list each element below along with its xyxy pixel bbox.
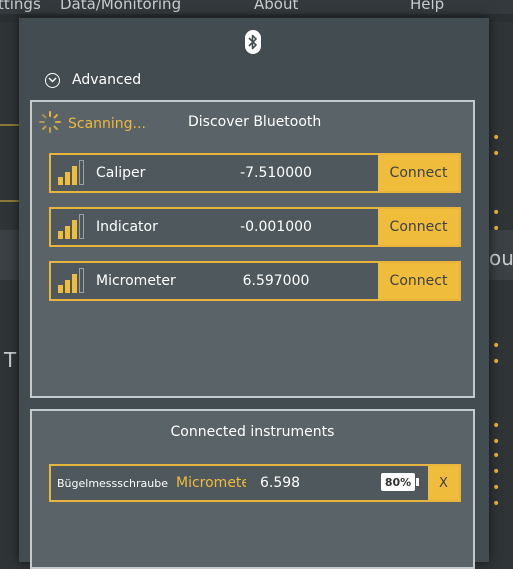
device-row: Caliper -7.510000 Connect — [49, 153, 461, 193]
bg-dots-1: • • — [492, 130, 503, 162]
signal-strength-icon — [57, 267, 87, 299]
connect-button[interactable]: Connect — [378, 263, 459, 299]
instrument-value: 6.598 — [260, 475, 301, 491]
spinner-icon — [38, 110, 62, 138]
instrument-type: Micrometer — [176, 475, 246, 491]
connect-button[interactable]: Connect — [378, 155, 459, 191]
device-row: Micrometer 6.597000 Connect — [49, 261, 461, 301]
discover-panel: Scanning... Discover Bluetooth Caliper -… — [30, 100, 475, 398]
device-value: -0.001000 — [240, 219, 312, 235]
device-name: Caliper — [96, 165, 146, 181]
bg-dots-2: • • — [492, 205, 503, 237]
menu-data-monitoring[interactable]: Data/Monitoring — [60, 0, 181, 13]
menu-about[interactable]: About — [254, 0, 298, 13]
bg-dots-6: • • — [492, 480, 503, 512]
bg-text-right: ous — [489, 246, 513, 270]
app-menubar: ttings Data/Monitoring About Help — [0, 0, 513, 14]
advanced-toggle[interactable]: Advanced — [45, 70, 141, 90]
bg-dots-5: • • — [492, 448, 503, 480]
battery-icon: 80% — [381, 473, 419, 491]
device-value: 6.597000 — [242, 273, 310, 289]
device-value: -7.510000 — [240, 165, 312, 181]
bg-dots-4: • • — [492, 418, 503, 450]
signal-strength-icon — [57, 159, 87, 191]
menu-settings[interactable]: ttings — [0, 0, 41, 13]
instrument-name: Bügelmessschraube — [57, 477, 169, 490]
bluetooth-dialog: Advanced Scanning... Discover Bluetooth … — [19, 18, 489, 569]
battery-level: 80% — [384, 475, 412, 489]
device-name: Indicator — [96, 219, 158, 235]
scanning-label: Scanning... — [68, 116, 146, 132]
connected-title: Connected instruments — [170, 424, 335, 440]
bg-line-left — [0, 124, 19, 126]
scanning-status: Scanning... — [38, 110, 146, 138]
connect-button[interactable]: Connect — [378, 209, 459, 245]
device-row: Indicator -0.001000 Connect — [49, 207, 461, 247]
menu-help[interactable]: Help — [410, 0, 444, 13]
disconnect-button[interactable]: X — [428, 466, 459, 500]
bg-text-left: T — [4, 348, 17, 372]
bluetooth-icon — [245, 30, 261, 54]
discover-title: Discover Bluetooth — [188, 114, 322, 130]
bg-line-left-2 — [0, 200, 19, 202]
signal-strength-icon — [57, 213, 87, 245]
connected-panel: Connected instruments Bügelmessschraube … — [30, 409, 475, 569]
advanced-label: Advanced — [72, 72, 142, 88]
chevron-down-icon — [45, 72, 60, 88]
bg-dots-3: • • — [492, 338, 503, 370]
device-name: Micrometer — [96, 273, 176, 289]
connected-instrument-row: Bügelmessschraube Micrometer 6.598 80% X — [49, 464, 461, 502]
